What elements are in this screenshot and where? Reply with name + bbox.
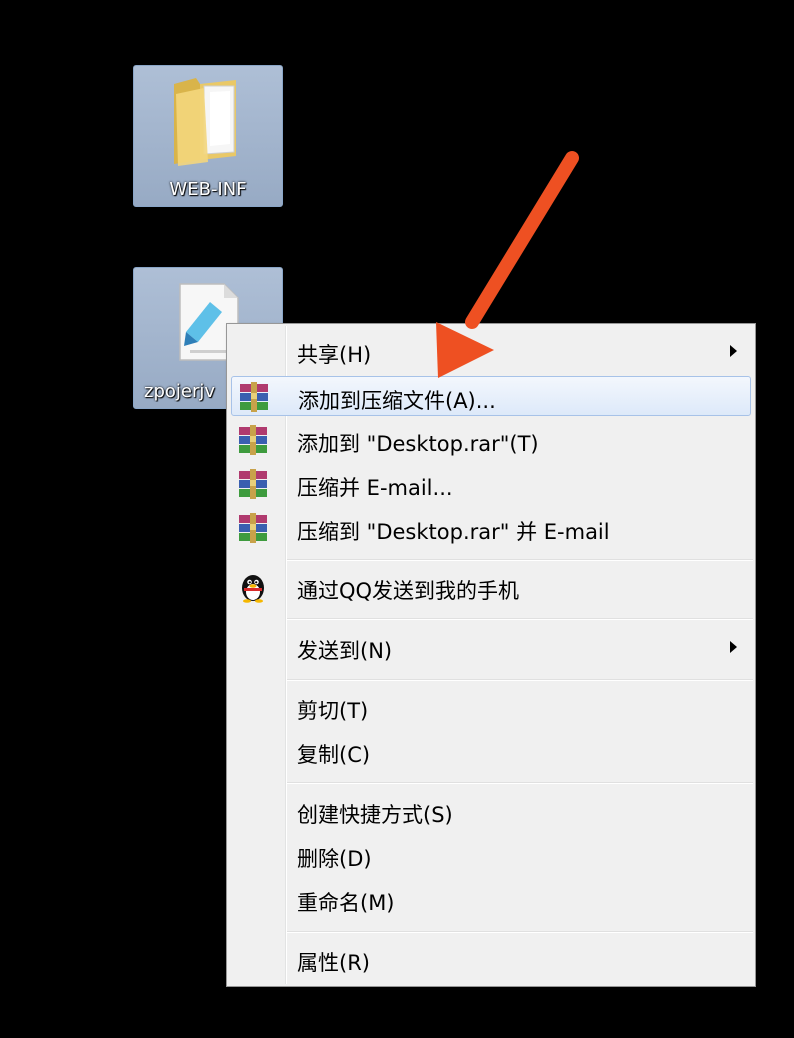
menu-item-label: 删除(D): [297, 847, 372, 871]
desktop-icon-label: WEB-INF: [169, 179, 247, 200]
menu-item-label: 属性(R): [297, 951, 370, 975]
submenu-arrow-icon: [730, 641, 737, 653]
menu-separator: [287, 618, 753, 620]
submenu-arrow-icon: [730, 345, 737, 357]
menu-item-label: 复制(C): [297, 743, 371, 767]
menu-item-delete[interactable]: 删除(D): [231, 835, 751, 875]
menu-item-rename[interactable]: 重命名(M): [231, 879, 751, 919]
desktop-icon-web-inf[interactable]: WEB-INF: [133, 65, 283, 207]
folder-icon: [174, 78, 236, 166]
menu-item-label: 压缩并 E-mail...: [297, 476, 453, 500]
menu-item-label: 重命名(M): [297, 891, 395, 915]
winrar-icon: [239, 513, 267, 543]
menu-item-label: 通过QQ发送到我的手机: [297, 579, 520, 603]
winrar-icon: [239, 469, 267, 499]
menu-item-label: 添加到压缩文件(A)...: [298, 389, 496, 413]
menu-item-send-to[interactable]: 发送到(N): [231, 627, 751, 667]
menu-item-compress-and-email[interactable]: 压缩并 E-mail...: [231, 464, 751, 504]
menu-separator: [287, 931, 753, 933]
winrar-icon: [240, 382, 268, 412]
menu-separator: [287, 782, 753, 784]
menu-separator: [287, 559, 753, 561]
menu-item-label: 压缩到 "Desktop.rar" 并 E-mail: [297, 520, 610, 544]
menu-item-cut[interactable]: 剪切(T): [231, 687, 751, 727]
menu-item-share[interactable]: 共享(H): [231, 331, 751, 371]
menu-item-label: 发送到(N): [297, 639, 393, 663]
context-menu: 共享(H) 添加到压缩文件(A)... 添加到 "Desktop.rar"(T): [226, 323, 756, 987]
menu-item-properties[interactable]: 属性(R): [231, 939, 751, 979]
menu-item-send-via-qq[interactable]: 通过QQ发送到我的手机: [231, 567, 751, 607]
menu-separator: [287, 679, 753, 681]
menu-item-label: 添加到 "Desktop.rar"(T): [297, 432, 539, 456]
menu-item-compress-to-rar-and-email[interactable]: 压缩到 "Desktop.rar" 并 E-mail: [231, 508, 751, 548]
winrar-icon: [239, 425, 267, 455]
menu-item-add-to-archive[interactable]: 添加到压缩文件(A)...: [231, 376, 751, 416]
menu-item-label: 创建快捷方式(S): [297, 803, 453, 827]
menu-item-add-to-desktop-rar[interactable]: 添加到 "Desktop.rar"(T): [231, 420, 751, 460]
menu-item-label: 剪切(T): [297, 699, 369, 723]
qq-penguin-icon: [242, 575, 264, 603]
menu-item-copy[interactable]: 复制(C): [231, 731, 751, 771]
menu-item-label: 共享(H): [297, 343, 372, 367]
desktop: WEB-INF zpojerjv 共享(H) 添加到压缩文件(A)... 添加到…: [0, 0, 794, 1038]
menu-item-create-shortcut[interactable]: 创建快捷方式(S): [231, 791, 751, 831]
